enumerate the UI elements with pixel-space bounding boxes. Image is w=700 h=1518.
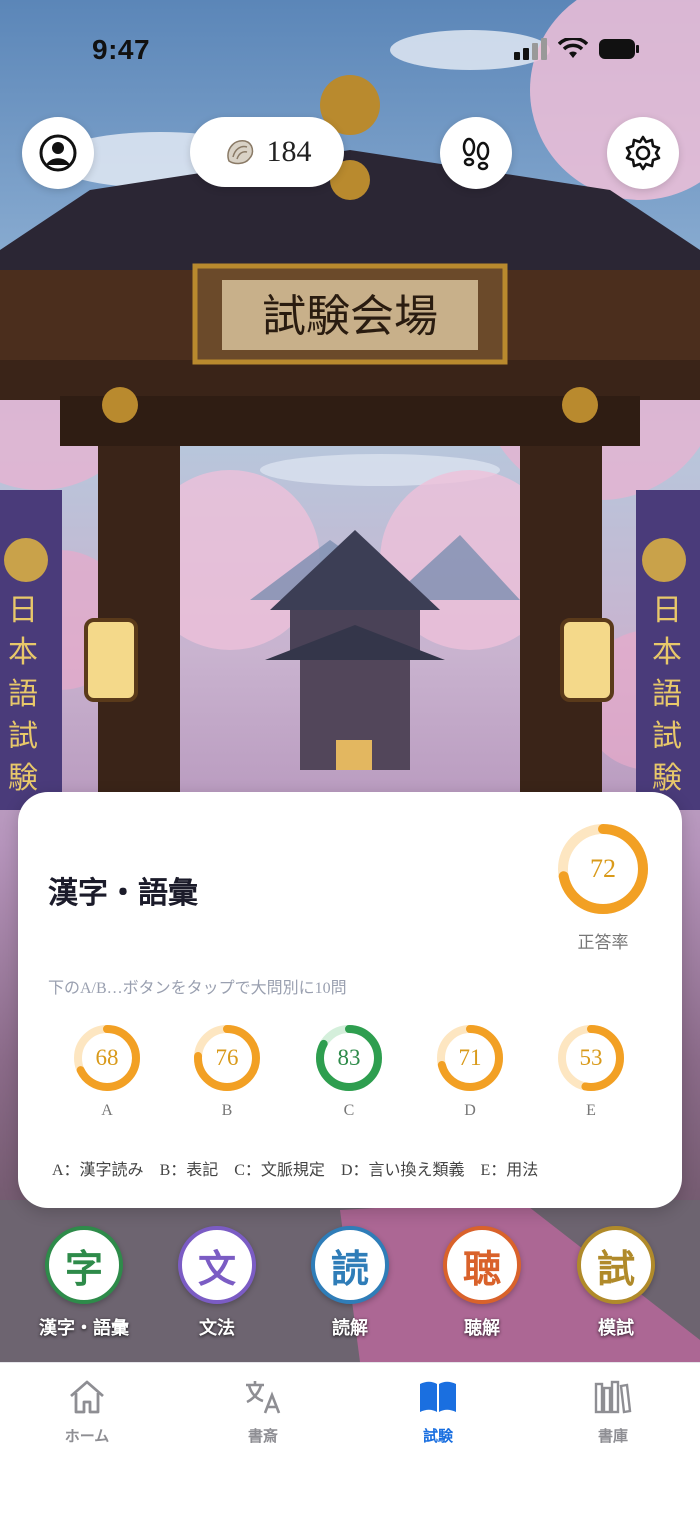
category-label: 漢字・語彙: [39, 1318, 129, 1338]
tab-exam[interactable]: 試験: [378, 1377, 498, 1446]
section-value: 68: [95, 1045, 119, 1070]
section-letter: C: [343, 1102, 355, 1119]
section-value: 83: [337, 1045, 361, 1070]
status-time: 9:47: [92, 34, 151, 65]
section-ring-c[interactable]: 83 C: [313, 1022, 385, 1120]
section-ring-a[interactable]: 68 A: [71, 1022, 143, 1120]
profile-button[interactable]: [22, 117, 94, 189]
section-value: 76: [215, 1045, 239, 1070]
category-label: 模試: [598, 1318, 634, 1338]
battery-icon: [599, 39, 639, 59]
category-glyph: 字: [45, 1226, 123, 1304]
section-letter: D: [464, 1102, 476, 1119]
banner-left-text: 日本語試験: [8, 593, 38, 796]
card-title: 漢字・語彙: [48, 877, 198, 910]
category-glyph: 聴: [443, 1226, 521, 1304]
translate-icon: [246, 1381, 281, 1414]
wifi-icon: [558, 38, 588, 58]
category-buttons: 字漢字・語彙文文法読読解聴聴解試模試: [0, 1226, 700, 1346]
section-rings: 68 A 76 B 83 C 71 D 53 E: [18, 1022, 682, 1122]
category-button-0[interactable]: 字漢字・語彙: [24, 1226, 144, 1340]
user-icon: [39, 134, 77, 172]
category-glyph: 文: [178, 1226, 256, 1304]
section-legend: A：漢字読み B：表記 C：文脈規定 D：言い換え類義 E：用法: [52, 1156, 538, 1180]
footprints-button[interactable]: [440, 117, 512, 189]
section-letter: E: [586, 1102, 596, 1119]
category-label: 文法: [199, 1318, 235, 1338]
accuracy-ring: 72: [554, 820, 652, 918]
category-glyph: 読: [311, 1226, 389, 1304]
accuracy-value: 72: [590, 854, 616, 883]
library-icon: [594, 1380, 632, 1414]
legend-item: B：表記: [159, 1162, 219, 1179]
shell-icon: [226, 140, 253, 165]
cellular-signal-icon: [514, 38, 547, 60]
section-value: 53: [579, 1045, 603, 1070]
hint-text: 下のA/B…ボタンをタップで大問別に10問: [48, 980, 347, 997]
section-value: 71: [458, 1045, 482, 1070]
section-ring-d[interactable]: 71 D: [434, 1022, 506, 1120]
stats-card: 漢字・語彙 72 正答率 下のA/B…ボタンをタップで大問別に10問 68 A 76…: [18, 792, 682, 1208]
shell-count: 184: [266, 135, 312, 168]
legend-item: D：言い換え類義: [340, 1162, 465, 1179]
category-button-3[interactable]: 聴聴解: [422, 1226, 542, 1340]
tab-home[interactable]: ホーム: [27, 1377, 147, 1446]
category-button-4[interactable]: 試模試: [556, 1226, 676, 1340]
accuracy-label: 正答率: [577, 933, 629, 952]
gear-icon: [625, 135, 661, 171]
banner-right-text: 日本語試験: [652, 593, 682, 796]
shell-currency-pill[interactable]: 184: [190, 117, 344, 187]
tab-study-label: 書斎: [247, 1428, 278, 1445]
home-icon: [70, 1380, 104, 1414]
book-icon: [420, 1381, 456, 1412]
tab-bar: ホーム 書斎 試験 書庫: [0, 1362, 700, 1518]
legend-item: C：文脈規定: [234, 1162, 325, 1179]
section-ring-b[interactable]: 76 B: [191, 1022, 263, 1120]
section-letter: B: [221, 1102, 233, 1119]
settings-button[interactable]: [607, 117, 679, 189]
status-icons: [514, 38, 640, 60]
tab-library[interactable]: 書庫: [553, 1377, 673, 1446]
legend-item: E：用法: [480, 1162, 539, 1179]
category-glyph: 試: [577, 1226, 655, 1304]
category-button-1[interactable]: 文文法: [157, 1226, 277, 1340]
gate-sign-text: 試験会場: [262, 291, 438, 342]
category-label: 読解: [332, 1318, 368, 1338]
tab-study[interactable]: 書斎: [203, 1377, 323, 1446]
legend-item: A：漢字読み: [52, 1162, 144, 1179]
footprints-icon: [462, 137, 490, 171]
tab-home-label: ホーム: [64, 1428, 110, 1445]
tab-exam-label: 試験: [422, 1428, 453, 1445]
tab-library-label: 書庫: [597, 1428, 628, 1445]
category-button-2[interactable]: 読読解: [290, 1226, 410, 1340]
section-letter: A: [101, 1102, 113, 1119]
section-ring-e[interactable]: 53 E: [555, 1022, 627, 1120]
category-label: 聴解: [464, 1318, 500, 1338]
